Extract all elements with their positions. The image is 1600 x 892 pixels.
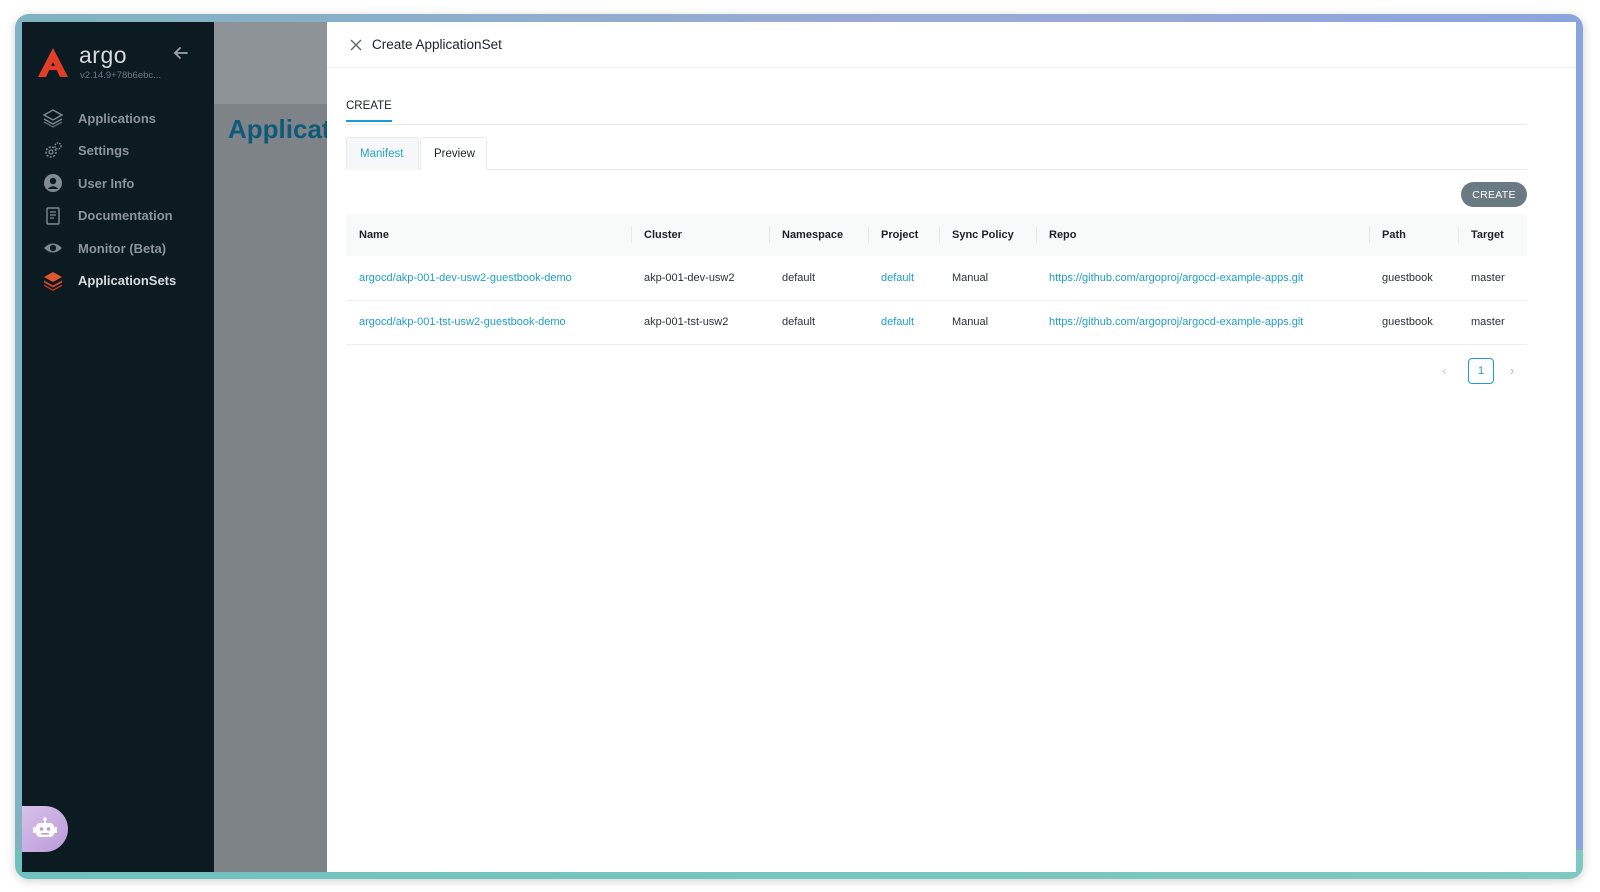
sidebar-item-label: User Info	[78, 175, 135, 191]
collapse-sidebar-button[interactable]	[172, 44, 192, 64]
path-cell: guestbook	[1382, 316, 1433, 328]
background-page-title: Applicati	[228, 114, 338, 144]
prev-page-button[interactable]: ‹	[1442, 363, 1446, 378]
sidebar-item-label: Applications	[78, 110, 157, 126]
close-panel-button[interactable]	[349, 38, 363, 52]
repo-link[interactable]: https://github.com/argoproj/argocd-examp…	[1036, 300, 1369, 344]
sidebar-item-label: Monitor (Beta)	[78, 240, 167, 256]
sidebar-item-applications[interactable]: Applications	[22, 102, 214, 135]
column-header-sync-policy: Sync Policy	[939, 214, 1036, 256]
tab-manifest[interactable]: Manifest	[346, 137, 419, 170]
main-tabs: CREATE	[346, 100, 1527, 125]
column-header-namespace: Namespace	[769, 214, 868, 256]
logo-text: argo	[79, 42, 128, 68]
sidebar-item-applicationsets[interactable]: ApplicationSets	[22, 265, 214, 298]
path-cell: guestbook	[1382, 271, 1433, 284]
column-header-target: Target	[1458, 214, 1527, 256]
app-name-link[interactable]: argocd/akp-001-dev-usw2-guestbook-demo	[346, 256, 631, 300]
sidebar-item-label: Documentation	[78, 208, 173, 224]
app-screen: argo v2.14.9+78b6ebc... Applications Set…	[22, 22, 1576, 872]
document-icon	[42, 205, 64, 227]
tab-preview[interactable]: Preview	[420, 137, 487, 170]
column-header-cluster: Cluster	[631, 214, 769, 256]
robot-icon	[33, 817, 57, 837]
close-icon	[350, 39, 362, 51]
sidebar-item-label: Settings	[78, 143, 130, 159]
table-row: argocd/akp-001-dev-usw2-guestbook-demo a…	[346, 256, 1527, 300]
namespace-cell: default	[782, 271, 816, 284]
cluster-cell: akp-001-tst-usw2	[644, 316, 729, 328]
target-cell: master	[1471, 316, 1505, 328]
sidebar-item-settings[interactable]: Settings	[22, 135, 214, 168]
eye-icon	[42, 237, 64, 259]
sidebar-item-label: ApplicationSets	[78, 273, 177, 289]
panel-title: Create ApplicationSet	[372, 37, 502, 52]
next-page-button[interactable]: ›	[1510, 363, 1514, 378]
sync-policy-cell: Manual	[952, 316, 989, 328]
layers-icon	[42, 107, 64, 129]
argo-logo-icon	[38, 48, 68, 77]
stack-icon	[42, 270, 64, 292]
target-cell: master	[1471, 271, 1505, 284]
panel-header: Create ApplicationSet	[327, 22, 1576, 68]
sidebar-item-monitor[interactable]: Monitor (Beta)	[22, 232, 214, 265]
sidebar-item-documentation[interactable]: Documentation	[22, 200, 214, 233]
version-label: v2.14.9+78b6ebc...	[80, 70, 162, 81]
project-link[interactable]: default	[868, 300, 939, 344]
table-row: argocd/akp-001-tst-usw2-guestbook-demo a…	[346, 300, 1527, 344]
sidebar-item-user-info[interactable]: User Info	[22, 167, 214, 200]
sidebar-nav: Applications Settings User Info Document…	[22, 102, 214, 297]
create-applicationset-panel: Create ApplicationSet CREATE Manifest Pr…	[327, 22, 1576, 872]
user-circle-icon	[42, 172, 64, 194]
repo-link[interactable]: https://github.com/argoproj/argocd-examp…	[1036, 256, 1369, 300]
column-header-name: Name	[359, 229, 389, 241]
assistant-chat-button[interactable]	[22, 806, 68, 852]
gears-icon	[42, 140, 64, 162]
pagination: ‹ 1 ›	[1442, 358, 1532, 384]
table-header-row: Name Cluster Namespace Project Sync Poli…	[346, 214, 1527, 256]
column-header-project: Project	[868, 214, 939, 256]
tab-create[interactable]: CREATE	[346, 100, 392, 122]
sub-tabs: Manifest Preview	[346, 137, 1527, 170]
sync-policy-cell: Manual	[952, 271, 989, 284]
app-name-link[interactable]: argocd/akp-001-tst-usw2-guestbook-demo	[346, 300, 631, 344]
namespace-cell: default	[782, 316, 816, 328]
sidebar: argo v2.14.9+78b6ebc... Applications Set…	[22, 22, 214, 872]
project-link[interactable]: default	[868, 256, 939, 300]
column-header-path: Path	[1369, 214, 1458, 256]
column-header-repo: Repo	[1036, 214, 1369, 256]
page-number-button[interactable]: 1	[1468, 358, 1494, 384]
preview-table: Name Cluster Namespace Project Sync Poli…	[346, 214, 1527, 345]
arrow-left-icon	[173, 47, 188, 59]
create-button[interactable]: CREATE	[1461, 182, 1527, 207]
cluster-cell: akp-001-dev-usw2	[644, 271, 735, 284]
